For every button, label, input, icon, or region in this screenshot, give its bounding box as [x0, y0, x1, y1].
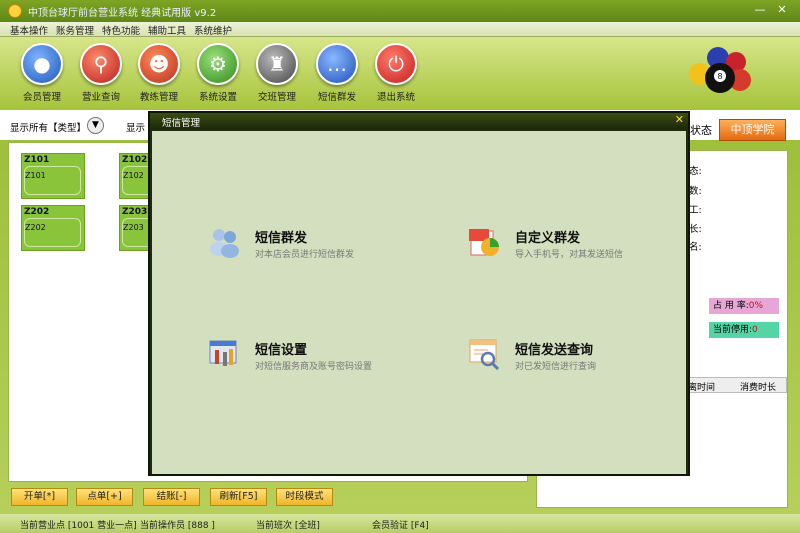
- show-label: 显示: [126, 123, 146, 134]
- disabled-value: 0: [752, 325, 758, 335]
- brand-button[interactable]: 中顶学院: [719, 119, 786, 141]
- toolbar-label: 退出系统: [376, 92, 415, 103]
- menu-tools[interactable]: 辅助工具: [148, 23, 186, 37]
- member-manage-button[interactable]: ● 会员管理: [14, 43, 70, 107]
- users-icon: [210, 229, 239, 258]
- list-header: 离时间 消费时长: [683, 377, 787, 393]
- toolbar-label: 交班管理: [257, 92, 296, 103]
- minimize-icon[interactable]: —: [752, 2, 768, 18]
- close-icon[interactable]: ✕: [774, 2, 790, 18]
- search-icon: ⚲: [80, 43, 122, 85]
- svg-text:8: 8: [717, 72, 722, 81]
- exit-system-button[interactable]: ⏻ 退出系统: [368, 43, 424, 107]
- status-filter-label: 状态: [690, 124, 712, 137]
- close-icon[interactable]: ✕: [675, 113, 684, 126]
- table-code: Z202: [24, 207, 50, 217]
- dialog-body: 短信群发 对本店会员进行短信群发 自定义群发 导入手机号，对其发送短信 短信设置: [152, 131, 686, 474]
- status-bar: 当前营业点 [1001 营业一点] 当前操作员 [888 ] 当前班次 [全班]…: [0, 514, 800, 533]
- disabled-badge: 当前停用:0: [709, 322, 779, 338]
- system-settings-button[interactable]: ⚙ 系统设置: [190, 43, 246, 107]
- open-table-button[interactable]: 开单[*]: [11, 488, 68, 506]
- settings-tools-icon: [209, 340, 237, 366]
- table-tile[interactable]: Z101 Z101: [21, 153, 85, 199]
- member-icon: ●: [21, 43, 63, 85]
- order-button[interactable]: 点单[+]: [76, 488, 133, 506]
- info-label: 数:: [689, 186, 702, 197]
- table-sub: Z202: [25, 223, 46, 232]
- status-verify: 会员验证 [F4]: [372, 521, 429, 531]
- item-title: 自定义群发: [515, 231, 581, 246]
- sms-broadcast-button[interactable]: … 短信群发: [309, 43, 365, 107]
- toolbar-label: 营业查询: [81, 92, 120, 103]
- item-title: 短信群发: [255, 231, 308, 246]
- menu-basic[interactable]: 基本操作: [10, 23, 48, 37]
- table-sub: Z102: [123, 171, 144, 180]
- column-header-time[interactable]: 离时间: [688, 380, 715, 393]
- shift-manage-button[interactable]: ♜ 交班管理: [249, 43, 305, 107]
- menu-maintenance[interactable]: 系统维护: [194, 23, 232, 37]
- chart-icon: [469, 229, 499, 256]
- sms-send-query-item[interactable]: 短信发送查询 对已发短信进行查询: [468, 337, 688, 377]
- show-all-type-label: 显示所有【类型】: [10, 123, 87, 134]
- info-label: 工:: [689, 205, 702, 216]
- time-mode-button[interactable]: 时段模式: [276, 488, 333, 506]
- dialog-header: 短信管理 ✕: [150, 113, 688, 129]
- business-query-button[interactable]: ⚲ 营业查询: [73, 43, 129, 107]
- status-point: 当前营业点 [1001 营业一点]: [20, 521, 137, 531]
- status-shift: 当前班次 [全班]: [256, 521, 320, 531]
- sms-icon: …: [316, 43, 358, 85]
- window-title: 中顶台球厅前台营业系统 经典试用版 v9.2: [28, 8, 217, 19]
- app-icon: [8, 4, 22, 18]
- document-search-icon: [469, 339, 500, 371]
- item-title: 短信发送查询: [515, 343, 594, 358]
- toolbar-label: 会员管理: [22, 92, 61, 103]
- menu-bar: 基本操作 账务管理 特色功能 辅助工具 系统维护: [0, 22, 800, 37]
- occupancy-badge: 占 用 率:0%: [709, 298, 779, 314]
- coach-manage-button[interactable]: ☻ 教练管理: [131, 43, 187, 107]
- column-header-duration[interactable]: 消费时长: [740, 380, 776, 393]
- title-bar: 中顶台球厅前台营业系统 经典试用版 v9.2 — ✕: [0, 0, 800, 22]
- handover-icon: ♜: [256, 43, 298, 85]
- toolbar-label: 系统设置: [198, 92, 237, 103]
- item-description: 对已发短信进行查询: [515, 362, 597, 372]
- info-label: 长:: [689, 224, 702, 235]
- table-sub: Z101: [25, 171, 46, 180]
- chevron-down-icon[interactable]: ▼: [87, 117, 104, 134]
- item-description: 导入手机号，对其发送短信: [515, 250, 624, 260]
- dialog-title: 短信管理: [162, 118, 201, 129]
- status-operator: 当前操作员 [888 ]: [140, 521, 215, 531]
- table-code: Z101: [24, 155, 50, 165]
- toolbar-label: 教练管理: [139, 92, 178, 103]
- refresh-button[interactable]: 刷新[F5]: [210, 488, 267, 506]
- custom-broadcast-item[interactable]: 自定义群发 导入手机号，对其发送短信: [468, 225, 688, 265]
- toolbar-label: 短信群发: [317, 92, 356, 103]
- sms-management-dialog: 短信管理 ✕ 短信群发 对本店会员进行短信群发 自定义群发 导入手机号，对其发送…: [148, 111, 690, 476]
- occupancy-label: 占 用 率:: [713, 301, 749, 311]
- occupancy-value: 0%: [748, 301, 764, 311]
- info-label: 名:: [689, 242, 702, 253]
- table-code: Z203: [122, 207, 148, 217]
- table-code: Z102: [122, 155, 148, 165]
- coach-icon: ☻: [138, 43, 180, 85]
- table-sub: Z203: [123, 223, 144, 232]
- power-icon: ⏻: [375, 43, 417, 85]
- checkout-button[interactable]: 结账[-]: [143, 488, 200, 506]
- menu-features[interactable]: 特色功能: [102, 23, 140, 37]
- item-title: 短信设置: [255, 343, 308, 358]
- toolbar: ● 会员管理 ⚲ 营业查询 ☻ 教练管理 ⚙ 系统设置 ♜ 交班管理 … 短信群…: [0, 37, 800, 109]
- disabled-label: 当前停用:: [713, 325, 753, 335]
- gear-icon: ⚙: [197, 43, 239, 85]
- item-description: 对短信服务商及账号密码设置: [255, 362, 373, 372]
- billiard-balls-logo: 8: [689, 47, 751, 93]
- sms-settings-item[interactable]: 短信设置 对短信服务商及账号密码设置: [208, 337, 428, 377]
- item-description: 对本店会员进行短信群发: [255, 250, 355, 260]
- menu-accounts[interactable]: 账务管理: [56, 23, 94, 37]
- sms-broadcast-item[interactable]: 短信群发 对本店会员进行短信群发: [208, 225, 428, 265]
- table-tile[interactable]: Z202 Z202: [21, 205, 85, 251]
- info-label: 态:: [689, 166, 702, 177]
